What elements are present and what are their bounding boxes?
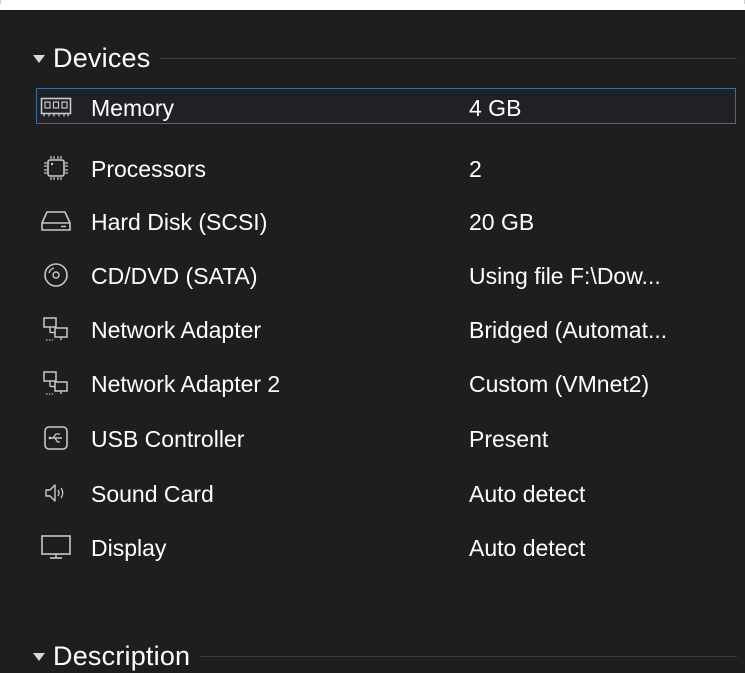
device-value: 20 GB bbox=[469, 209, 535, 235]
vm-hardware-panel: Devices Memory 4 GB Processors 2 Hard Di… bbox=[0, 0, 745, 673]
device-value: Auto detect bbox=[469, 535, 586, 561]
device-name: Hard Disk (SCSI) bbox=[91, 209, 268, 235]
device-row-processors[interactable]: Processors 2 bbox=[36, 149, 736, 185]
usb-icon bbox=[40, 426, 72, 450]
device-row-network-adapter[interactable]: Network Adapter Bridged (Automat... bbox=[36, 310, 736, 346]
devices-section-header[interactable]: Devices bbox=[0, 38, 745, 78]
device-row-usb-controller[interactable]: USB Controller Present bbox=[36, 419, 736, 455]
device-row-display[interactable]: Display Auto detect bbox=[36, 528, 736, 564]
memory-icon bbox=[40, 96, 72, 118]
device-name: CD/DVD (SATA) bbox=[91, 263, 258, 289]
description-section-header[interactable]: Description bbox=[0, 636, 745, 673]
description-section-title: Description bbox=[53, 640, 191, 671]
devices-section-title: Devices bbox=[53, 42, 151, 73]
top-window-edge bbox=[0, 0, 745, 10]
device-value: Using file F:\Dow... bbox=[469, 263, 661, 289]
device-value: Custom (VMnet2) bbox=[469, 371, 650, 397]
device-name: Network Adapter bbox=[91, 317, 262, 343]
device-row-sound-card[interactable]: Sound Card Auto detect bbox=[36, 474, 736, 510]
monitor-icon bbox=[40, 535, 72, 559]
cd-dvd-icon bbox=[40, 263, 72, 287]
device-value: Bridged (Automat... bbox=[469, 317, 668, 343]
device-value: 4 GB bbox=[469, 95, 522, 121]
device-value: 2 bbox=[469, 156, 482, 182]
device-value: Present bbox=[469, 426, 549, 452]
processor-icon bbox=[40, 156, 72, 180]
device-row-cd-dvd[interactable]: CD/DVD (SATA) Using file F:\Dow... bbox=[36, 256, 736, 292]
expand-caret-icon[interactable] bbox=[33, 653, 45, 661]
device-row-hard-disk[interactable]: Hard Disk (SCSI) 20 GB bbox=[36, 202, 736, 238]
hard-disk-icon bbox=[40, 210, 72, 232]
network-adapter-icon bbox=[40, 317, 72, 341]
device-name: Processors bbox=[91, 156, 207, 182]
device-name: Memory bbox=[91, 95, 175, 121]
device-name: Network Adapter 2 bbox=[91, 371, 281, 397]
section-divider bbox=[160, 57, 737, 59]
section-divider bbox=[200, 655, 737, 657]
device-name: Display bbox=[91, 535, 167, 561]
device-value: Auto detect bbox=[469, 481, 586, 507]
device-row-memory[interactable]: Memory 4 GB bbox=[36, 88, 736, 124]
device-name: Sound Card bbox=[91, 481, 214, 507]
network-adapter-icon bbox=[40, 371, 72, 395]
expand-caret-icon[interactable] bbox=[33, 55, 45, 63]
speaker-icon bbox=[40, 482, 72, 504]
device-name: USB Controller bbox=[91, 426, 245, 452]
device-row-network-adapter-2[interactable]: Network Adapter 2 Custom (VMnet2) bbox=[36, 364, 736, 400]
